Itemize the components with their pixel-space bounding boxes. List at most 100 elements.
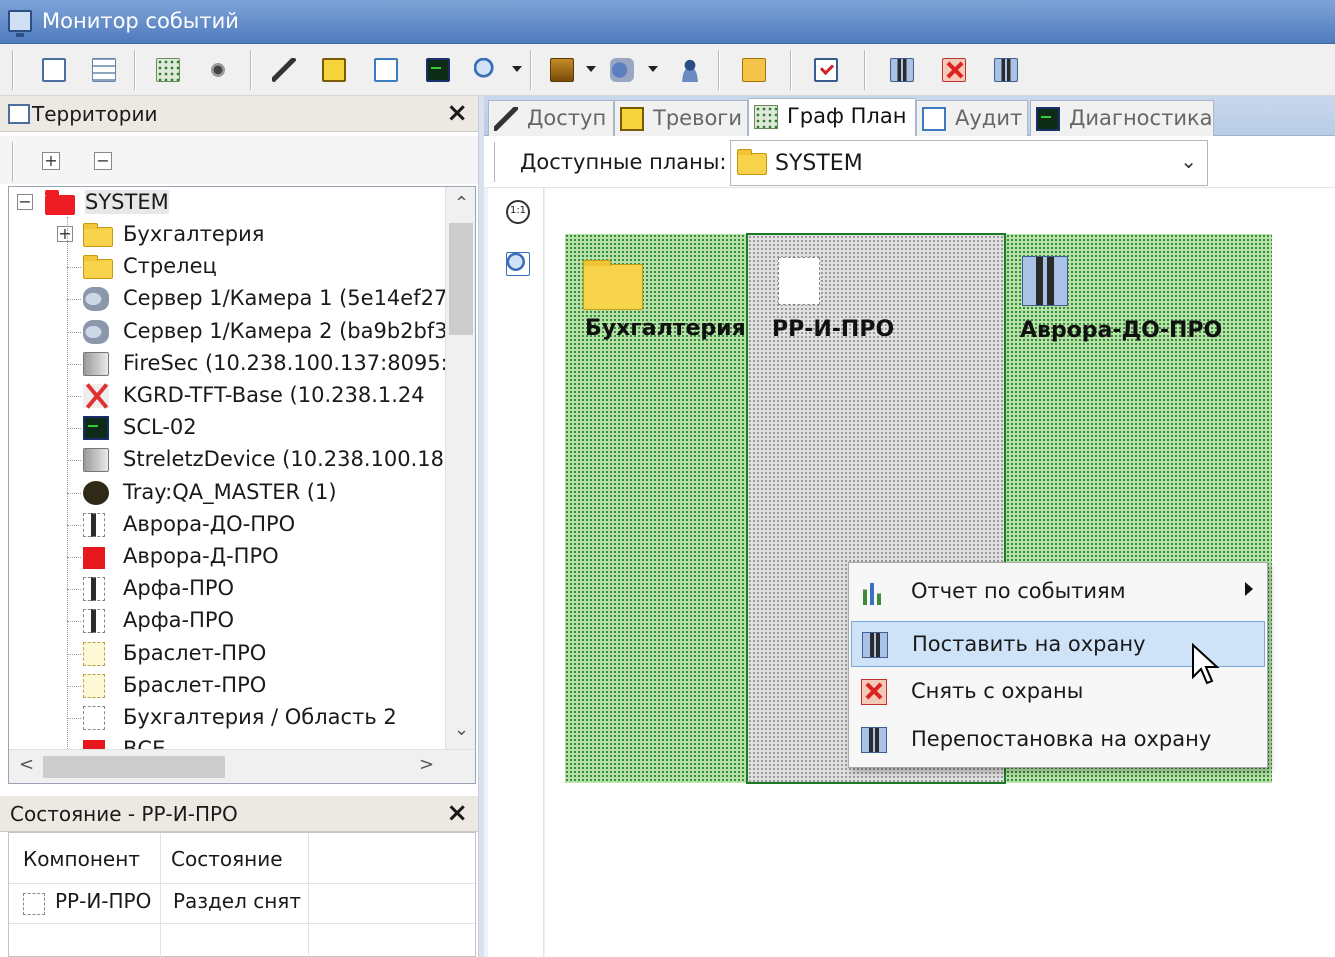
server-icon <box>83 351 109 376</box>
tree-connector <box>67 589 81 591</box>
tree-item[interactable]: Сервер 1/Камера 2 (ba9b2bf3 <box>9 318 448 348</box>
chevron-down-icon[interactable]: ⌄ <box>1180 149 1197 173</box>
tree-item[interactable]: Бухгалтерия / Область 2 <box>9 704 445 734</box>
zone-label: Аврора-ДО-ПРО <box>1020 318 1223 343</box>
tree-trunk <box>67 217 68 757</box>
column-header[interactable]: Состояние <box>171 847 283 871</box>
tree-item[interactable]: + Бухгалтерия <box>9 221 445 251</box>
tree-item[interactable]: Браслет-ПРО <box>9 640 445 670</box>
error-x-icon <box>83 384 109 408</box>
confirm-button[interactable] <box>810 54 840 84</box>
chevron-down-icon[interactable] <box>586 66 596 72</box>
tree-item[interactable]: Арфа-ПРО <box>9 575 445 605</box>
tree-item[interactable]: Аврора-Д-ПРО <box>9 543 445 573</box>
alarms-button[interactable] <box>318 54 348 84</box>
tree-item[interactable]: SCL-02 <box>9 414 445 444</box>
tree-item-label: Арфа-ПРО <box>123 608 235 633</box>
tree-item[interactable]: Сервер 1/Камера 1 (5e14ef27 <box>9 285 447 315</box>
chat-icon <box>83 480 109 505</box>
tab-audit[interactable]: Аудит <box>916 100 1028 136</box>
server-icon <box>83 448 109 473</box>
chevron-down-icon[interactable] <box>648 66 658 72</box>
view-button[interactable] <box>202 54 232 84</box>
scroll-thumb[interactable] <box>43 756 225 778</box>
scroll-left-icon[interactable]: < <box>19 754 34 775</box>
disarm-button[interactable] <box>938 54 968 84</box>
access-button[interactable] <box>268 54 298 84</box>
tree-item[interactable]: StreletzDevice (10.238.100.18 <box>9 446 445 476</box>
menu-item-rearm[interactable]: Перепостановка на охрану <box>851 717 1265 763</box>
tab-label: Доступ <box>527 106 607 130</box>
status-component: РР-И-ПРО <box>55 889 152 913</box>
camera-button[interactable] <box>606 54 636 84</box>
tree-item[interactable]: Браслет-ПРО <box>9 672 445 702</box>
tree-item-label: Бухгалтерия <box>123 222 265 246</box>
tab-diagnostics[interactable]: Диагностика <box>1030 100 1214 136</box>
tree-connector <box>67 653 81 655</box>
zoom-icon <box>474 58 498 82</box>
plan-side-toolbar: 1:1 <box>488 188 544 957</box>
horizontal-scrollbar[interactable]: < > <box>9 749 475 783</box>
tree-item[interactable]: Стрелец <box>9 253 445 283</box>
zone-label: РР-И-ПРО <box>772 317 895 342</box>
arm-button[interactable] <box>886 54 916 84</box>
tree-item[interactable]: KGRD-TFT-Base (10.238.1.24 <box>9 382 445 412</box>
edit-icon <box>922 107 946 131</box>
tree-item[interactable]: Аврора-ДО-ПРО <box>9 511 445 541</box>
scroll-down-icon[interactable]: ⌄ <box>454 719 469 740</box>
plan-button[interactable] <box>152 54 182 84</box>
terminal-icon <box>83 416 109 441</box>
tree-item-label: SYSTEM <box>85 190 169 214</box>
menu-item-event-report[interactable]: Отчет по событиям <box>851 569 1265 615</box>
tree-view-button[interactable] <box>38 54 68 84</box>
grid-view-button[interactable] <box>88 54 118 84</box>
tree-connector <box>67 299 81 301</box>
folder-icon <box>737 149 767 175</box>
column-header[interactable]: Компонент <box>23 847 140 871</box>
expand-all-button[interactable]: + <box>42 152 60 170</box>
tree-item[interactable]: FireSec (10.238.100.137:8095: <box>9 350 448 380</box>
chevron-down-icon[interactable] <box>512 66 522 72</box>
tree-connector <box>67 396 81 397</box>
user-icon <box>678 58 702 82</box>
scroll-thumb[interactable] <box>449 223 473 335</box>
scroll-up-icon[interactable]: ⌃ <box>454 193 469 214</box>
users-button[interactable] <box>674 54 704 84</box>
tab-access[interactable]: Доступ <box>488 100 614 136</box>
tree-item-root[interactable]: − SYSTEM <box>9 189 445 219</box>
collapse-all-button[interactable]: − <box>94 152 112 170</box>
tab-alarms[interactable]: Тревоги <box>614 100 748 136</box>
close-icon[interactable]: × <box>446 798 468 828</box>
zone-label: Бухгалтерия <box>585 316 746 341</box>
status-title: Состояние - РР-И-ПРО <box>10 802 238 826</box>
zoom-button[interactable] <box>470 54 500 84</box>
toolbar-separator <box>790 50 792 90</box>
device-button[interactable] <box>546 54 576 84</box>
tree-item[interactable]: Арфа-ПРО <box>9 607 445 637</box>
tree-item[interactable]: Tray:QA_MASTER (1) <box>9 479 445 509</box>
close-icon[interactable]: × <box>446 98 468 128</box>
zoom-actual-size-button[interactable]: 1:1 <box>502 196 532 226</box>
collapse-toggle[interactable]: − <box>17 194 33 210</box>
toolbar-grip <box>494 142 496 182</box>
diagnostics-button[interactable] <box>422 54 452 84</box>
vertical-scrollbar[interactable]: ⌃ ⌄ <box>445 187 475 749</box>
chart-icon <box>861 579 887 605</box>
scroll-right-icon[interactable]: > <box>419 754 434 775</box>
toolbar-separator <box>864 50 866 90</box>
device-icon <box>550 58 574 82</box>
audit-button[interactable] <box>370 54 400 84</box>
tree-connector <box>67 331 81 333</box>
tree-connector <box>67 685 81 687</box>
expand-toggle[interactable]: + <box>57 226 73 242</box>
tab-graph-plan[interactable]: Граф План <box>748 98 916 136</box>
sound-button[interactable] <box>738 54 768 84</box>
rearm-button[interactable] <box>990 54 1020 84</box>
zone-icon <box>23 893 45 915</box>
zone-accounting[interactable]: Бухгалтерия <box>565 234 747 783</box>
rearm-icon <box>994 58 1018 82</box>
plans-select[interactable]: SYSTEM ⌄ <box>730 140 1208 186</box>
folder-icon <box>583 260 643 310</box>
tree-connector <box>67 557 81 558</box>
zoom-fit-button[interactable] <box>502 248 532 278</box>
